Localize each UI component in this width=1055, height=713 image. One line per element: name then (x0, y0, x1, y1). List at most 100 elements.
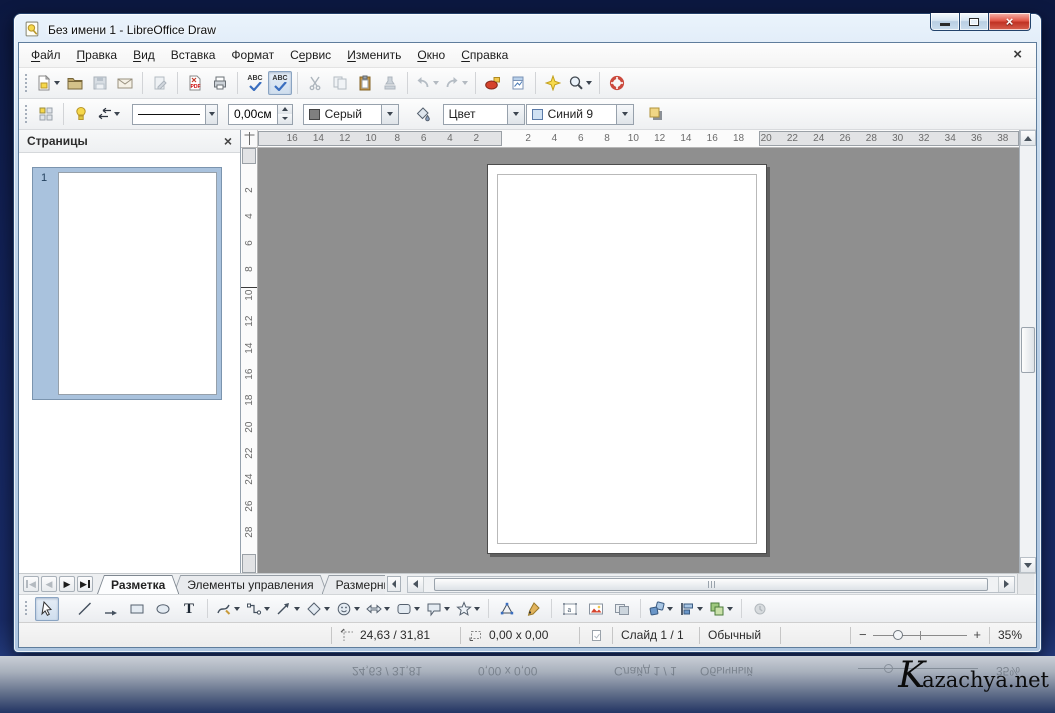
gallery-button[interactable] (541, 71, 565, 95)
ruler-corner-tabstop-icon[interactable] (241, 130, 258, 147)
alignment-dropdown-icon[interactable] (697, 607, 703, 611)
slide-number-field[interactable]: Слайд 1 / 1 (613, 623, 699, 647)
menu-item[interactable]: Файл (23, 44, 69, 66)
fill-type-dropdown-icon[interactable] (507, 105, 524, 124)
fill-color-select[interactable]: Синий 9 (526, 104, 634, 125)
scroll-down-icon[interactable] (1020, 557, 1036, 573)
menu-item[interactable]: Правка (69, 44, 126, 66)
menu-item[interactable]: Окно (409, 44, 453, 66)
callouts-tool-button[interactable] (424, 597, 452, 621)
zoom-dropdown-icon[interactable] (586, 81, 592, 85)
redo-dropdown-icon[interactable] (462, 81, 468, 85)
zoom-button[interactable] (566, 71, 594, 95)
menu-item[interactable]: Справка (453, 44, 516, 66)
symbol-shapes-tool-button[interactable] (334, 597, 362, 621)
auto-spellcheck-button[interactable]: ABC (268, 71, 292, 95)
arrange-dropdown-icon[interactable] (727, 607, 733, 611)
close-document-icon[interactable]: × (1009, 49, 1026, 61)
scroll-right-icon[interactable] (998, 577, 1014, 592)
vertical-scroll-thumb[interactable] (1021, 327, 1035, 373)
stars-dropdown-icon[interactable] (474, 607, 480, 611)
vertical-scroll-track[interactable] (1020, 146, 1036, 557)
fontwork-button[interactable]: a (558, 597, 582, 621)
new-dropdown-icon[interactable] (54, 81, 60, 85)
zoom-slider-control[interactable]: − + (851, 630, 989, 640)
toolbar-grip[interactable] (24, 104, 28, 124)
line-style-select[interactable] (132, 104, 218, 125)
basic-shapes-dropdown-icon[interactable] (324, 607, 330, 611)
shadow-button[interactable] (644, 102, 668, 126)
connector-dropdown-icon[interactable] (264, 607, 270, 611)
rotate-dropdown-icon[interactable] (667, 607, 673, 611)
rotate-tool-button[interactable] (647, 597, 675, 621)
edit-file-button[interactable] (148, 71, 172, 95)
basic-shapes-tool-button[interactable] (304, 597, 332, 621)
navigator-button[interactable] (506, 71, 530, 95)
save-button[interactable] (88, 71, 112, 95)
vertical-ruler[interactable]: 246810121416182022242628 (241, 148, 258, 573)
zoom-out-icon[interactable]: − (859, 630, 867, 640)
ellipse-tool-button[interactable] (151, 597, 175, 621)
spelling-button[interactable]: ABC (243, 71, 267, 95)
zoom-percent-field[interactable]: 35% (990, 623, 1036, 647)
glue-points-button[interactable] (521, 597, 545, 621)
pages-panel-close-icon[interactable]: × (224, 136, 232, 146)
flowchart-dropdown-icon[interactable] (414, 607, 420, 611)
curve-dropdown-icon[interactable] (234, 607, 240, 611)
toolbar-grip[interactable] (24, 600, 28, 617)
title-bar[interactable]: Без имени 1 - LibreOffice Draw × (14, 14, 1041, 42)
export-pdf-button[interactable]: PDF (183, 71, 207, 95)
line-color-select[interactable]: Серый (303, 104, 399, 125)
zoom-slider-handle[interactable] (893, 630, 903, 640)
last-page-button[interactable]: ▶ (77, 576, 93, 592)
flowchart-tool-button[interactable] (394, 597, 422, 621)
area-fill-button[interactable] (411, 102, 435, 126)
line-width-value[interactable]: 0,00см (229, 107, 277, 121)
spin-down-icon[interactable] (278, 114, 292, 124)
arrow-style-button[interactable] (94, 102, 122, 126)
block-arrows-tool-button[interactable] (364, 597, 392, 621)
lines-arrows-tool-button[interactable] (274, 597, 302, 621)
scroll-left-icon[interactable] (408, 577, 424, 592)
arrange-button[interactable] (707, 597, 735, 621)
callouts-dropdown-icon[interactable] (444, 607, 450, 611)
insert-image-button[interactable] (584, 597, 608, 621)
scroll-up-icon[interactable] (1020, 130, 1036, 146)
drawing-canvas[interactable] (258, 148, 1019, 573)
redo-button[interactable] (442, 71, 470, 95)
minimize-button[interactable] (930, 13, 960, 31)
rectangle-tool-button[interactable] (125, 597, 149, 621)
lamp-icon-button[interactable] (69, 102, 93, 126)
connector-tool-button[interactable] (244, 597, 272, 621)
menu-item[interactable]: Формат (223, 44, 282, 66)
pages-panel-body[interactable]: 1 (19, 153, 240, 573)
undo-button[interactable] (413, 71, 441, 95)
line-width-spin-buttons[interactable] (277, 105, 292, 124)
line-arrow-end-tool-button[interactable] (99, 597, 123, 621)
menu-item[interactable]: Изменить (339, 44, 409, 66)
copy-button[interactable] (328, 71, 352, 95)
menu-item[interactable]: Вставка (163, 44, 224, 66)
symbol-shapes-dropdown-icon[interactable] (354, 607, 360, 611)
horizontal-scroll-thumb[interactable] (434, 578, 988, 591)
lines-arrows-dropdown-icon[interactable] (294, 607, 300, 611)
tab-layout[interactable]: Разметка (97, 575, 179, 594)
toolbar-grip[interactable] (24, 73, 28, 93)
fill-color-dropdown-icon[interactable] (616, 105, 633, 124)
select-tool-button[interactable] (35, 597, 59, 621)
cut-button[interactable] (303, 71, 327, 95)
print-button[interactable] (208, 71, 232, 95)
zoom-in-icon[interactable]: + (973, 630, 981, 640)
maximize-button[interactable] (960, 13, 989, 31)
page-thumbnail-page[interactable] (58, 172, 217, 395)
curve-tool-button[interactable] (214, 597, 242, 621)
menu-item[interactable]: Вид (125, 44, 163, 66)
tab-scroll-left-icon[interactable] (387, 576, 401, 592)
arrow-style-dropdown-icon[interactable] (114, 112, 120, 116)
styles-formatting-button[interactable] (34, 102, 58, 126)
horizontal-scroll-track[interactable] (424, 577, 998, 592)
horizontal-scrollbar[interactable] (407, 576, 1015, 593)
tab-dimension-lines[interactable]: Размерные (322, 575, 385, 594)
stars-tool-button[interactable] (454, 597, 482, 621)
view-layout-field[interactable]: Обычный (700, 623, 780, 647)
